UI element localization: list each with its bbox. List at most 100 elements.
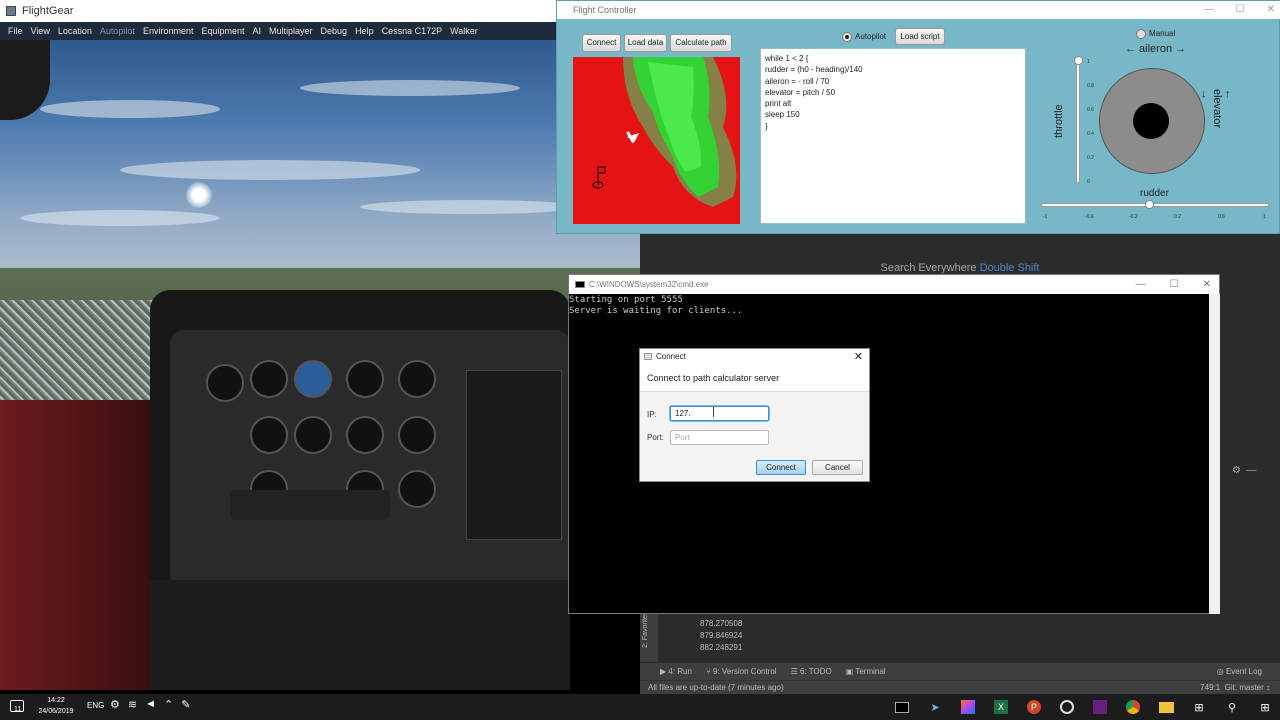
connect-button[interactable]: Connect (582, 34, 621, 52)
windows-start-icon[interactable]: ⊞ (1253, 696, 1277, 718)
tab-todo[interactable]: ☰ 6: TODO (791, 663, 832, 681)
minimize-button[interactable]: — (1136, 275, 1146, 294)
vs-icon[interactable] (1088, 696, 1112, 718)
rudder-slider[interactable] (1041, 203, 1269, 207)
close-button[interactable]: ✕ (1267, 1, 1275, 19)
menu-file[interactable]: File (4, 22, 27, 40)
throttle-slider[interactable] (1076, 61, 1080, 183)
joystick-knob[interactable] (1133, 103, 1169, 139)
language-indicator[interactable]: ENG (87, 701, 104, 710)
load-data-button[interactable]: Load data (624, 34, 667, 52)
flightgear-title: FlightGear (22, 5, 74, 17)
throttle-slider-thumb[interactable] (1074, 56, 1083, 65)
tray-icons: ⚙ ≋ ◄ ⌃ ✎ (110, 698, 190, 711)
throttle-tick: 0.4 (1087, 131, 1094, 137)
close-button[interactable]: ✕ (1203, 275, 1211, 294)
instrument-panel (170, 330, 570, 590)
nav-gauge (398, 360, 436, 398)
gear-icon[interactable]: ⚙ (1232, 465, 1241, 476)
script-line: elevator = pitch / 50 (765, 87, 836, 97)
tab-version-control[interactable]: ⑂ 9: Version Control (706, 663, 777, 681)
flag-icon (592, 166, 606, 189)
flightgear-titlebar: FlightGear (0, 0, 556, 22)
folder-icon[interactable] (1154, 696, 1178, 718)
output-line: 882.248291 (700, 643, 743, 652)
tab-run[interactable]: ▶ 4: Run (660, 663, 692, 681)
attitude-gauge (250, 360, 288, 398)
turn-gauge (250, 416, 288, 454)
autopilot-radio[interactable] (842, 32, 852, 42)
powerpoint-icon[interactable]: P (1022, 696, 1046, 718)
terrain-map[interactable] (573, 57, 740, 224)
close-icon[interactable]: ✕ (854, 349, 863, 365)
menu-help[interactable]: Help (351, 22, 378, 40)
cmd-line: Starting on port 5555 (569, 295, 683, 305)
manual-radio[interactable] (1136, 29, 1146, 39)
menu-equipment[interactable]: Equipment (197, 22, 248, 40)
rudder-label: rudder (1140, 188, 1169, 199)
status-right: 749:1 Git: master ↕ (1200, 681, 1270, 694)
status-text: All files are up-to-date (7 minutes ago) (648, 683, 784, 692)
maximize-button[interactable]: ☐ (1236, 1, 1245, 19)
menu-autopilot[interactable]: Autopilot (96, 22, 139, 40)
network-icon[interactable]: ⚙ (110, 698, 120, 711)
menu-ai[interactable]: AI (249, 22, 266, 40)
tab-terminal[interactable]: ▣ Terminal (846, 663, 886, 681)
volume-icon[interactable]: ◄ (145, 698, 156, 711)
port-label: Port: (647, 433, 664, 442)
search-icon[interactable]: ⚲ (1220, 696, 1244, 718)
connect-submit-button[interactable]: Connect (756, 460, 806, 475)
throttle-tick: 1 (1087, 59, 1090, 65)
cursor-position[interactable]: 749:1 (1200, 683, 1220, 692)
menu-multiplayer[interactable]: Multiplayer (265, 22, 317, 40)
excel-icon[interactable]: X (989, 696, 1013, 718)
telegram-icon[interactable]: ➤ (923, 696, 947, 718)
clock[interactable]: 14:22 24/06/2019 (36, 695, 76, 717)
search-hint-shortcut: Double Shift (979, 262, 1040, 274)
plane-icon (626, 131, 639, 144)
intellij-icon[interactable] (956, 696, 980, 718)
clock-gauge (398, 470, 436, 508)
pen-icon[interactable]: ✎ (181, 698, 190, 711)
obs-icon[interactable] (1055, 696, 1079, 718)
chevron-up-icon[interactable]: ⌃ (164, 698, 173, 711)
menu-walker[interactable]: Walker (446, 22, 482, 40)
load-script-button[interactable]: Load script (895, 28, 945, 45)
terminal-icon[interactable] (890, 696, 914, 718)
event-log-tab[interactable]: ◎ Event Log (1217, 663, 1262, 681)
flight-controller-window: Flight Controller — ☐ ✕ Connect Load data … (556, 0, 1280, 234)
rudder-slider-thumb[interactable] (1145, 200, 1154, 209)
throttle-tick: 0 (1087, 179, 1090, 185)
minimize-icon[interactable]: — (1247, 465, 1257, 476)
port-input[interactable]: Port (670, 430, 769, 445)
calculate-path-button[interactable]: Calculate path (670, 34, 732, 52)
chrome-icon[interactable] (1121, 696, 1145, 718)
aileron-label: ← aileron → (1125, 43, 1187, 55)
flightgear-menubar: File View Location Autopilot Environment… (0, 22, 640, 40)
calculator-icon[interactable]: ⊞ (1187, 696, 1211, 718)
autopilot-label: Autopilot (855, 32, 887, 41)
menu-debug[interactable]: Debug (317, 22, 352, 40)
flight-controller-titlebar: Flight Controller — ☐ ✕ (557, 1, 1280, 19)
vsi-gauge (346, 416, 384, 454)
ip-label: IP: (647, 410, 657, 419)
script-editor[interactable]: while 1 < 2 { rudder = (h0 - heading)/14… (760, 48, 1026, 224)
cmd-scrollbar[interactable] (1209, 294, 1220, 614)
adf-gauge (398, 416, 436, 454)
dialog-title: Connect (656, 352, 686, 361)
menu-environment[interactable]: Environment (139, 22, 198, 40)
maximize-button[interactable]: ☐ (1170, 275, 1179, 294)
sun (186, 182, 212, 208)
menu-cessna[interactable]: Cessna C172P (378, 22, 447, 40)
minimize-button[interactable]: — (1204, 1, 1214, 19)
cmd-titlebar: C:\WINDOWS\system32\cmd.exe — ☐ ✕ (569, 275, 1219, 294)
wifi-icon[interactable]: ≋ (128, 698, 137, 711)
git-branch[interactable]: Git: master ↕ (1225, 683, 1270, 692)
menu-location[interactable]: Location (54, 22, 96, 40)
cmd-output: Starting on port 5555 Server is waiting f… (569, 295, 1209, 317)
ip-input[interactable]: 127. (670, 406, 769, 421)
script-line: sleep 150 (765, 110, 800, 120)
cancel-button[interactable]: Cancel (812, 460, 863, 475)
menu-view[interactable]: View (27, 22, 54, 40)
dialog-titlebar: Connect ✕ (640, 349, 869, 365)
